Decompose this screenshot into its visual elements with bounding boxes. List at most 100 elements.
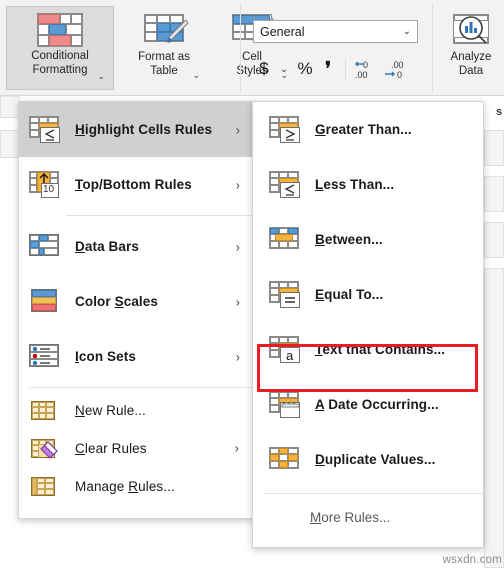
menu-item-label: Manage Rules... bbox=[75, 478, 175, 494]
chevron-down-icon: ⌄ bbox=[402, 26, 411, 37]
menu-item-label: Duplicate Values... bbox=[315, 452, 436, 467]
manage-rules-icon bbox=[29, 474, 63, 498]
chevron-right-icon: › bbox=[234, 440, 239, 456]
menu-item-label: Icon Sets bbox=[75, 349, 136, 364]
dollar-icon: $ bbox=[259, 59, 269, 78]
highlight-cells-rules-icon bbox=[29, 115, 63, 145]
clear-rules-icon bbox=[29, 436, 63, 460]
edge-clipped-text: s bbox=[496, 106, 503, 118]
conditional-formatting-button[interactable]: Conditional Formatting ⌄ bbox=[6, 6, 114, 90]
highlight-cells-rules-submenu: Greater Than... Less Than... Between... … bbox=[252, 101, 484, 548]
conditional-formatting-icon bbox=[37, 13, 83, 47]
percent-icon: % bbox=[297, 59, 313, 78]
menu-item-between[interactable]: Between... bbox=[253, 212, 483, 267]
less-than-icon bbox=[269, 170, 303, 200]
menu-item-new-rule[interactable]: New Rule... bbox=[19, 391, 253, 429]
menu-item-label: Less Than... bbox=[315, 177, 395, 192]
comma-icon: ❜ bbox=[324, 58, 332, 80]
chevron-down-icon: ⌄ bbox=[279, 63, 289, 75]
equal-to-icon bbox=[269, 280, 303, 310]
menu-item-text-that-contains[interactable]: a Text that Contains... bbox=[253, 322, 483, 377]
menu-item-label: Clear Rules bbox=[75, 440, 147, 456]
ribbon-group-divider bbox=[240, 4, 241, 92]
number-format-select[interactable]: General ⌄ bbox=[253, 20, 418, 43]
menu-item-label: Between... bbox=[315, 232, 383, 247]
chevron-right-icon: › bbox=[235, 349, 240, 364]
menu-separator bbox=[66, 215, 253, 216]
date-occurring-icon bbox=[269, 390, 303, 420]
menu-item-equal-to[interactable]: Equal To... bbox=[253, 267, 483, 322]
text-that-contains-icon: a bbox=[269, 335, 303, 365]
background-sheet-strip bbox=[0, 96, 20, 118]
chevron-right-icon: › bbox=[235, 177, 240, 192]
color-scales-icon bbox=[29, 287, 63, 317]
svg-text:.00: .00 bbox=[391, 60, 404, 70]
menu-separator bbox=[29, 387, 253, 388]
format-as-table-icon bbox=[144, 14, 189, 46]
format-as-table-button[interactable]: Format as Table ⌄ bbox=[120, 6, 208, 90]
icon-sets-icon bbox=[29, 342, 63, 372]
analyze-data-button[interactable]: Analyze Data bbox=[440, 6, 502, 90]
ribbon: Conditional Formatting ⌄ Format as Table… bbox=[0, 0, 504, 96]
background-sheet-strip bbox=[484, 176, 504, 212]
menu-item-greater-than[interactable]: Greater Than... bbox=[253, 102, 483, 157]
conditional-formatting-label: Conditional Formatting bbox=[31, 50, 89, 76]
top-ten-value: 10 bbox=[43, 183, 55, 195]
svg-text:0: 0 bbox=[397, 70, 402, 80]
increase-decimal-button[interactable]: 0 .00 bbox=[352, 56, 382, 82]
menu-item-color-scales[interactable]: Color Scales › bbox=[19, 274, 253, 329]
format-as-table-label: Format as Table bbox=[138, 51, 190, 77]
menu-item-label: New Rule... bbox=[75, 402, 146, 418]
watermark: wsxdn.com bbox=[442, 554, 502, 566]
between-icon bbox=[269, 225, 303, 255]
menu-item-duplicate-values[interactable]: Duplicate Values... bbox=[253, 432, 483, 487]
menu-item-a-date-occurring[interactable]: A Date Occurring... bbox=[253, 377, 483, 432]
menu-item-label: Color Scales bbox=[75, 294, 159, 309]
svg-text:.00: .00 bbox=[355, 70, 368, 80]
duplicate-values-icon bbox=[269, 445, 303, 475]
menu-item-label: Text that Contains... bbox=[315, 342, 446, 357]
percent-style-button[interactable]: % bbox=[293, 56, 317, 82]
menu-item-label: Top/Bottom Rules bbox=[75, 177, 192, 192]
format-as-table-caret: ⌄ bbox=[192, 69, 200, 80]
menu-item-label: A Date Occurring... bbox=[315, 397, 439, 412]
chevron-right-icon: › bbox=[235, 122, 240, 137]
analyze-data-icon bbox=[451, 14, 491, 46]
menu-item-label: Data Bars bbox=[75, 239, 139, 254]
top-bottom-rules-icon: 10 bbox=[29, 170, 63, 200]
background-sheet-strip bbox=[484, 130, 504, 166]
svg-text:0: 0 bbox=[363, 60, 368, 70]
menu-item-highlight-cells-rules[interactable]: Highlight Cells Rules › bbox=[19, 102, 253, 157]
menu-item-icon-sets[interactable]: Icon Sets › bbox=[19, 329, 253, 384]
menu-separator bbox=[263, 493, 483, 494]
accounting-number-format-button[interactable]: $ bbox=[253, 56, 275, 82]
menu-item-label: More Rules... bbox=[310, 509, 391, 525]
increase-decimal-icon: 0 .00 bbox=[355, 60, 368, 80]
chevron-right-icon: › bbox=[235, 239, 240, 254]
ribbon-group-divider bbox=[432, 4, 433, 92]
chevron-right-icon: › bbox=[235, 294, 240, 309]
letter-a-glyph: a bbox=[286, 347, 294, 363]
background-sheet-strip bbox=[0, 130, 20, 158]
menu-item-clear-rules[interactable]: Clear Rules › bbox=[19, 429, 253, 467]
new-rule-icon bbox=[29, 398, 63, 422]
menu-item-label: Highlight Cells Rules bbox=[75, 122, 213, 137]
menu-item-manage-rules[interactable]: Manage Rules... bbox=[19, 467, 253, 505]
number-format-value: General bbox=[260, 24, 305, 39]
analyze-data-label: Analyze Data bbox=[450, 51, 492, 77]
toolbar-divider bbox=[345, 58, 346, 80]
conditional-formatting-menu: Highlight Cells Rules › 10 Top/Bottom Ru bbox=[18, 101, 254, 519]
background-sheet-strip bbox=[484, 268, 504, 568]
conditional-formatting-caret: ⌄ bbox=[97, 70, 105, 81]
menu-item-less-than[interactable]: Less Than... bbox=[253, 157, 483, 212]
decrease-decimal-button[interactable]: .00 0 bbox=[382, 56, 412, 82]
menu-item-top-bottom-rules[interactable]: 10 Top/Bottom Rules › bbox=[19, 157, 253, 212]
background-sheet-strip bbox=[484, 222, 504, 258]
number-format-toolbar: $ ⌄ % ❜ 0 .00 .00 0 bbox=[253, 52, 443, 86]
menu-item-data-bars[interactable]: Data Bars › bbox=[19, 219, 253, 274]
data-bars-icon bbox=[29, 232, 63, 262]
accounting-format-dropdown[interactable]: ⌄ bbox=[275, 56, 293, 82]
comma-style-button[interactable]: ❜ bbox=[317, 56, 339, 82]
menu-item-more-rules[interactable]: More Rules... bbox=[253, 497, 483, 537]
greater-than-icon bbox=[269, 115, 303, 145]
